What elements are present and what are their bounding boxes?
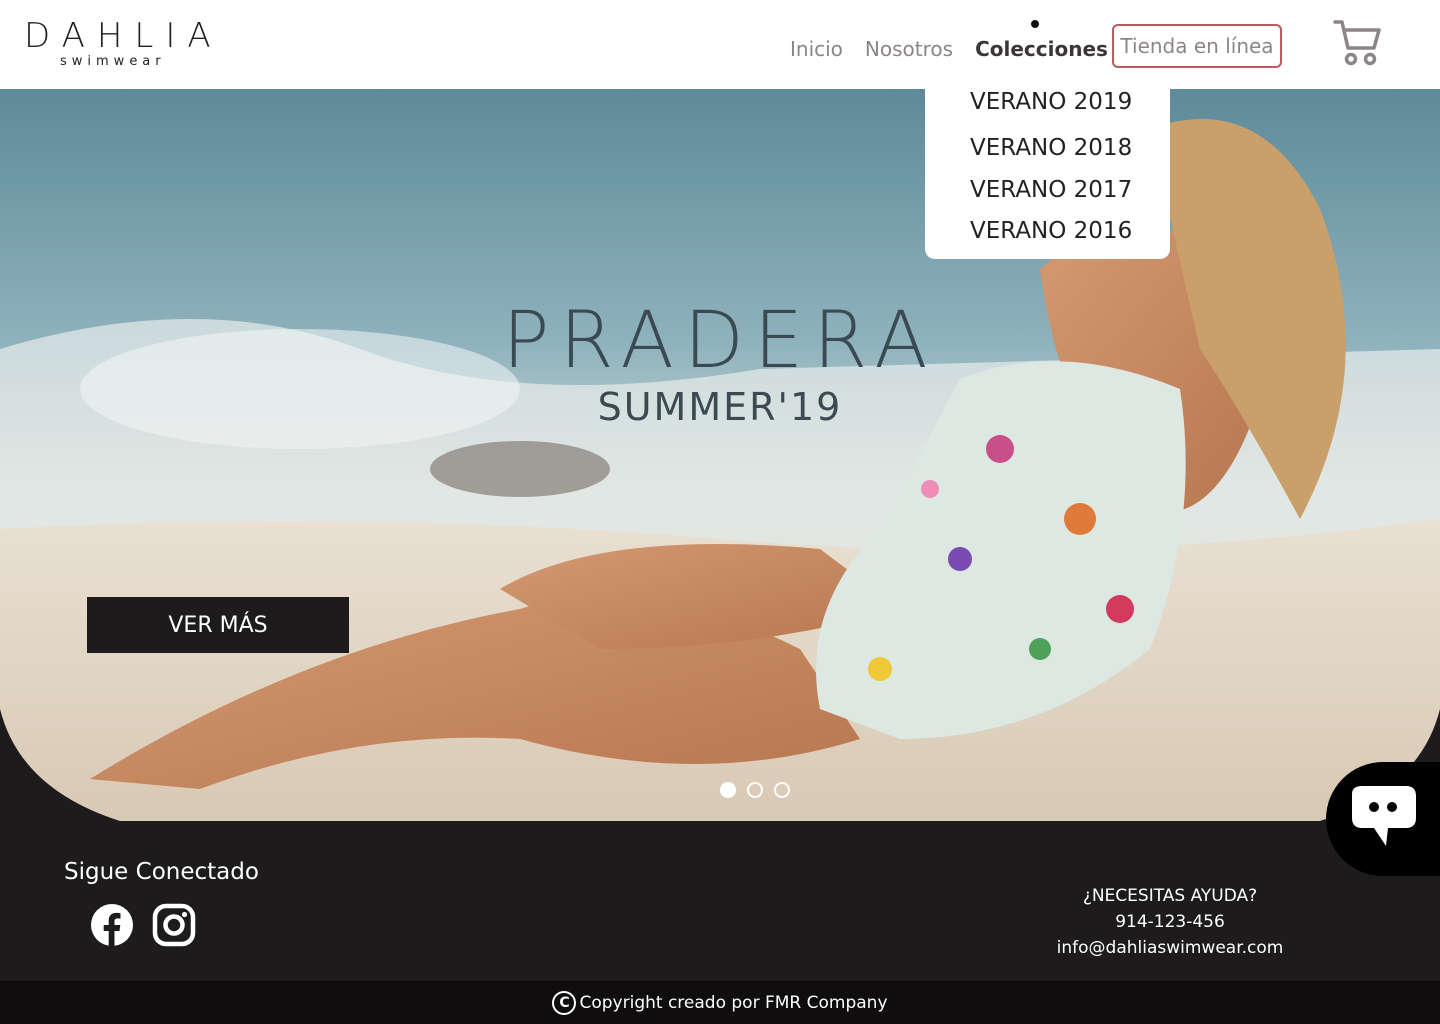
copyright-text: Copyright creado por FMR Company — [579, 992, 888, 1013]
dropdown-item-verano-2019[interactable]: VERANO 2019 — [970, 89, 1132, 115]
carousel-dot-3[interactable] — [774, 782, 790, 798]
active-indicator-dot — [1031, 20, 1040, 28]
instagram-icon[interactable] — [152, 903, 196, 947]
brand-tagline: swimwear — [60, 54, 166, 69]
dropdown-item-verano-2017[interactable]: VERANO 2017 — [970, 177, 1132, 203]
brand-name: DAHLIA — [24, 16, 223, 56]
dropdown-item-verano-2018[interactable]: VERANO 2018 — [970, 135, 1132, 161]
dropdown-item-verano-2016[interactable]: VERANO 2016 — [970, 218, 1132, 244]
nav-item-inicio[interactable]: Inicio — [790, 34, 843, 64]
nav-item-colecciones-label: Colecciones — [975, 37, 1108, 61]
help-contact-block: ¿NECESITAS AYUDA? 914-123-456 info@dahli… — [1030, 883, 1310, 961]
chat-widget-button[interactable] — [1326, 762, 1440, 876]
ver-mas-button[interactable]: VER MÁS — [87, 597, 349, 653]
hero-background-image — [0, 89, 1440, 821]
carousel-dot-1[interactable] — [720, 782, 736, 798]
carousel-indicators — [720, 782, 801, 798]
nav-item-nosotros[interactable]: Nosotros — [865, 34, 953, 64]
shopping-cart-icon[interactable] — [1332, 18, 1384, 68]
copyright-icon: C — [552, 990, 577, 1015]
help-heading: ¿NECESITAS AYUDA? — [1082, 886, 1258, 906]
follow-heading: Sigue Conectado — [64, 859, 259, 885]
hero-subtitle: SUMMER'19 — [597, 385, 843, 429]
copyright-bar: C Copyright creado por FMR Company — [0, 981, 1440, 1024]
colecciones-dropdown-menu: VERANO 2019 VERANO 2018 VERANO 2017 VERA… — [925, 89, 1170, 259]
facebook-icon[interactable] — [90, 903, 134, 947]
site-footer: Sigue Conectado ¿NECESITAS AYUDA? 914-12… — [0, 821, 1440, 981]
chat-bubble-icon — [1352, 786, 1416, 846]
help-email[interactable]: info@dahliaswimwear.com — [1030, 935, 1310, 961]
hero-banner: PRADERA SUMMER'19 VER MÁS — [0, 89, 1440, 821]
brand-logo[interactable]: DAHLIA swimwear — [24, 16, 224, 69]
nav-item-colecciones[interactable]: Colecciones — [975, 20, 1108, 64]
carousel-dot-2[interactable] — [747, 782, 763, 798]
hero-title: PRADERA — [502, 296, 938, 386]
site-header: DAHLIA swimwear Inicio Nosotros Coleccio… — [0, 0, 1440, 89]
main-nav: Inicio Nosotros Colecciones — [790, 20, 1130, 64]
online-store-button[interactable]: Tienda en línea — [1112, 24, 1282, 68]
help-phone[interactable]: 914-123-456 — [1030, 909, 1310, 935]
